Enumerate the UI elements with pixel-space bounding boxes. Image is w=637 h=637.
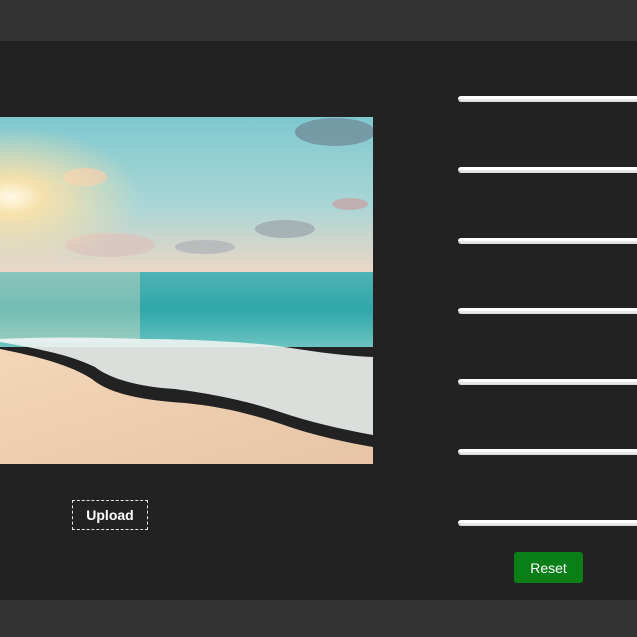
slider-5[interactable] [458,379,637,385]
slider-3[interactable] [458,238,637,244]
slider-2[interactable] [458,167,637,173]
top-bar [0,0,637,41]
slider-4[interactable] [458,308,637,314]
slider-7[interactable] [458,520,637,526]
image-preview [0,117,373,464]
beach-photo [0,117,373,464]
upload-button[interactable]: Upload [72,500,148,530]
bottom-bar [0,600,637,637]
slider-6[interactable] [458,449,637,455]
slider-1[interactable] [458,96,637,102]
reset-button[interactable]: Reset [514,552,583,583]
